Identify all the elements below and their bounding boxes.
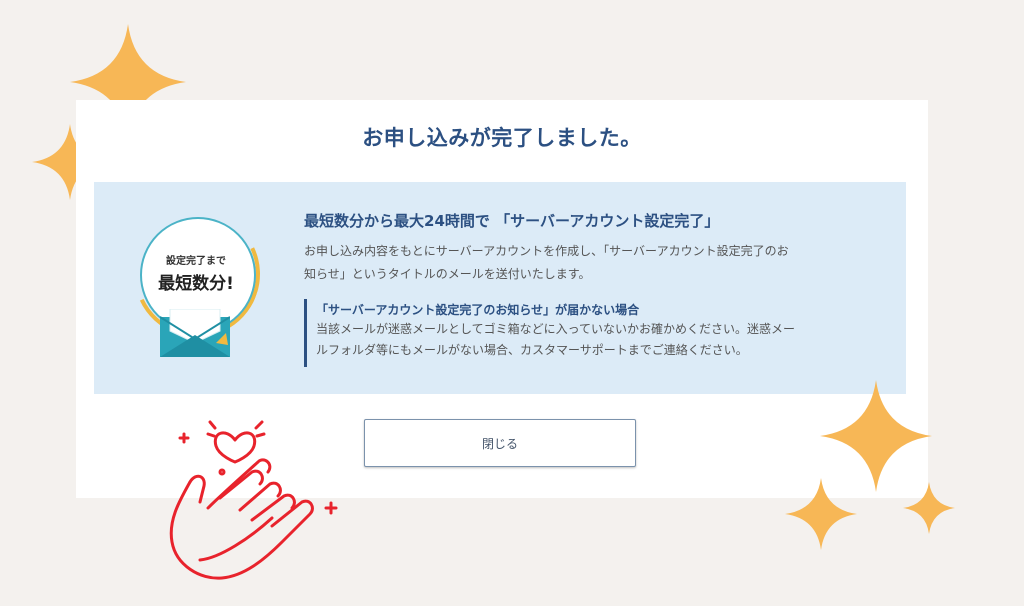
close-button[interactable]: 閉じる: [364, 419, 636, 467]
envelope-icon: [160, 309, 230, 357]
sparkle-icon: [785, 478, 857, 550]
setup-heading: 最短数分から最大24時間で 「サーバーアカウント設定完了」: [304, 212, 720, 230]
dialog-title: お申し込みが完了しました。: [362, 126, 642, 150]
description-line: お申し込み内容をもとにサーバーアカウントを作成し、「サーバーアカウント設定完了の…: [304, 244, 789, 258]
badge-small-text: 設定完了まで: [166, 256, 226, 267]
notice-block: 「サーバーアカウント設定完了のお知らせ」が届かない場合 当該メールが迷惑メールと…: [304, 299, 896, 367]
setup-description: お申し込み内容をもとにサーバーアカウントを作成し、「サーバーアカウント設定完了の…: [304, 240, 884, 286]
description-line: 知らせ」というタイトルのメールを送付いたします。: [304, 267, 591, 281]
notice-line: 当該メールが迷惑メールとしてゴミ箱などに入っていないかお確かめください。迷惑メー: [316, 322, 796, 336]
badge-big-text: 最短数分!: [158, 274, 234, 294]
sparkle-icon: [820, 380, 932, 492]
info-panel: 設定完了まで 最短数分! 最短数分から最大24時間で 「サーバーアカウント設定完…: [94, 182, 906, 394]
setup-badge: 設定完了まで 最短数分!: [116, 193, 278, 367]
notice-line: ルフォルダ等にもメールがない場合、カスタマーサポートまでご連絡ください。: [316, 343, 748, 357]
notice-title: 「サーバーアカウント設定完了のお知らせ」が届かない場合: [316, 303, 640, 317]
sparkle-icon: [903, 482, 955, 534]
clapping-hands-heart-icon: [169, 420, 338, 580]
